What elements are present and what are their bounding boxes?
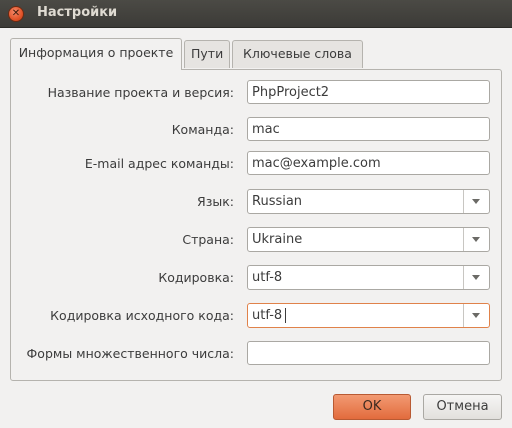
settings-panel	[10, 69, 502, 381]
encoding-label: Кодировка:	[158, 270, 234, 285]
project-name-label: Название проекта и версия:	[47, 85, 234, 100]
team-email-input[interactable]	[247, 151, 490, 175]
ok-button[interactable]: OK	[333, 394, 411, 420]
chevron-down-icon[interactable]	[472, 199, 480, 204]
language-value: Russian	[252, 194, 303, 209]
combo-separator	[463, 228, 464, 251]
text-caret	[285, 308, 286, 323]
country-value: Ukraine	[252, 232, 303, 247]
title-bar: ✕ Настройки	[0, 0, 512, 28]
country-combo[interactable]: Ukraine	[247, 227, 490, 252]
cancel-button[interactable]: Отмена	[423, 394, 502, 420]
team-email-label: E-mail адрес команды:	[84, 156, 234, 171]
plural-forms-label: Формы множественного числа:	[26, 346, 234, 361]
encoding-value: utf-8	[252, 270, 283, 285]
chevron-down-icon[interactable]	[472, 237, 480, 242]
chevron-down-icon[interactable]	[472, 275, 480, 280]
source-encoding-label: Кодировка исходного кода:	[50, 308, 234, 323]
source-encoding-combo[interactable]: utf-8	[247, 303, 490, 328]
team-input[interactable]	[247, 117, 490, 141]
source-encoding-value[interactable]: utf-8	[252, 304, 282, 327]
country-label: Страна:	[182, 232, 234, 247]
language-label: Язык:	[197, 194, 234, 209]
tab-bar: Информация о проекте Пути Ключевые слова	[10, 38, 502, 70]
tab-project-info[interactable]: Информация о проекте	[10, 38, 182, 70]
combo-separator	[463, 304, 464, 327]
project-name-input[interactable]	[247, 80, 490, 104]
close-icon[interactable]: ✕	[8, 6, 24, 22]
encoding-combo[interactable]: utf-8	[247, 265, 490, 290]
combo-separator	[463, 266, 464, 289]
plural-forms-input[interactable]	[247, 341, 490, 365]
team-label: Команда:	[171, 122, 234, 137]
window-title: Настройки	[37, 5, 118, 20]
tab-paths[interactable]: Пути	[184, 40, 230, 68]
combo-separator	[463, 190, 464, 213]
language-combo[interactable]: Russian	[247, 189, 490, 214]
tab-keywords[interactable]: Ключевые слова	[232, 40, 363, 68]
chevron-down-icon[interactable]	[472, 313, 480, 318]
